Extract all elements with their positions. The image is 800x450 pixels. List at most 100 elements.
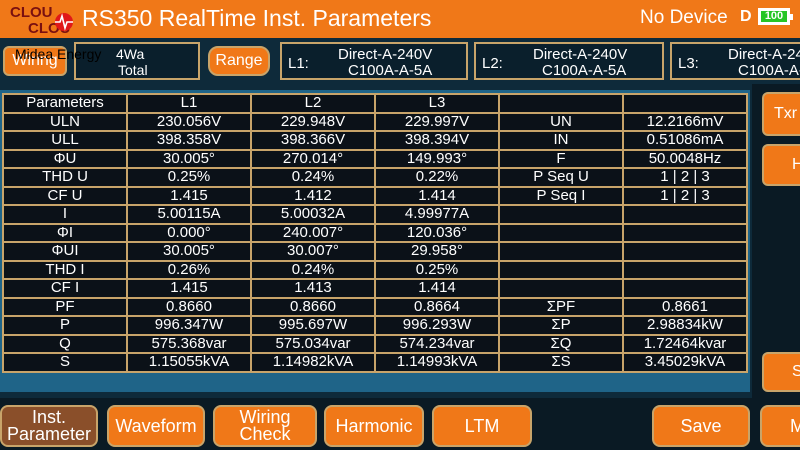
table-cell — [498, 278, 624, 299]
wiring-check-tab[interactable]: Wiring Check — [213, 405, 317, 447]
table-cell: 229.948V — [250, 111, 376, 132]
table-cell: 575.368var — [126, 333, 252, 354]
table-cell: 0.24% — [250, 259, 376, 280]
table-cell: 398.366V — [250, 130, 376, 151]
channel-l2-line1: Direct-A-240V — [533, 46, 628, 63]
inst-parameter-tab[interactable]: Inst. Parameter — [0, 405, 98, 447]
table-cell: 5.00032A — [250, 204, 376, 225]
table-cell — [498, 241, 624, 262]
table-row: ULL 398.358V 398.366V 398.394V IN 0.51086mA — [2, 130, 748, 151]
table-cell — [498, 259, 624, 280]
table-cell: ΣP — [498, 315, 624, 336]
table-cell: THD I — [2, 259, 128, 280]
table-cell: 5.00115A — [126, 204, 252, 225]
table-cell: 1.413 — [250, 278, 376, 299]
table-row: CF U 1.415 1.412 1.414 P Seq I1 | 2 | 3 — [2, 185, 748, 206]
table-cell — [498, 222, 624, 243]
table-cell: 0.8664 — [374, 296, 500, 317]
table-cell: 3.45029kVA — [622, 352, 748, 373]
table-cell: ΦUI — [2, 241, 128, 262]
channel-l3-range[interactable]: L3: Direct-A-240V C100A-A-5A — [670, 42, 800, 80]
ltm-tab[interactable]: LTM — [432, 405, 532, 447]
table-cell: 0.26% — [126, 259, 252, 280]
table-cell: 240.007° — [250, 222, 376, 243]
table-cell: UN — [498, 111, 624, 132]
table-cell: F — [498, 148, 624, 169]
table-cell: 0.8661 — [622, 296, 748, 317]
table-cell: P — [2, 315, 128, 336]
wiring-check-line2: Check — [239, 424, 291, 444]
table-cell — [622, 278, 748, 299]
channel-l1-line1: Direct-A-240V — [338, 46, 433, 63]
title-bar: CLOU CLOU RS350 RealTime Inst. Parameter… — [0, 0, 800, 38]
table-cell: Q — [2, 333, 128, 354]
page-title: RS350 RealTime Inst. Parameters — [82, 5, 432, 31]
table-cell: 1.415 — [126, 278, 252, 299]
waveform-tab[interactable]: Waveform — [107, 405, 205, 447]
parameters-table: Parameters L1 L2 L3 ULN 230.056V 229.948V 229.9… — [2, 93, 748, 373]
table-cell: ΣS — [498, 352, 624, 373]
channel-l2-range[interactable]: L2: Direct-A-240V C100A-A-5A — [474, 42, 664, 80]
table-cell: PF — [2, 296, 128, 317]
table-cell: I — [2, 204, 128, 225]
device-letter: D — [740, 8, 752, 25]
table-cell: 30.005° — [126, 241, 252, 262]
table-header-cell — [498, 93, 624, 114]
table-row: S 1.15055kVA 1.14982kVA 1.14993kVA ΣS 3.45029… — [2, 352, 748, 373]
table-cell: ΦU — [2, 148, 128, 169]
txr-button[interactable]: Txr — [762, 92, 800, 136]
table-cell: 0.25% — [126, 167, 252, 188]
table-cell: 0.22% — [374, 167, 500, 188]
table-row: P 996.347W 995.697W 996.293W ΣP 2.98834kW — [2, 315, 748, 336]
wiring-total-value: Total — [118, 62, 148, 78]
table-row: THD U 0.25% 0.24% 0.22% P Seq U1 | 2 | 3 — [2, 167, 748, 188]
battery-level: 100 — [764, 10, 784, 22]
channel-l2-line2: C100A-A-5A — [542, 62, 627, 79]
table-cell: CF U — [2, 185, 128, 206]
channel-l1-label: L1: — [288, 55, 309, 72]
table-cell: 1.72464kvar — [622, 333, 748, 354]
s-button[interactable]: S — [762, 352, 800, 392]
table-cell: 1.14982kVA — [250, 352, 376, 373]
table-cell: 149.993° — [374, 148, 500, 169]
table-cell: ΣQ — [498, 333, 624, 354]
h-button[interactable]: H — [762, 144, 800, 186]
channel-l2-label: L2: — [482, 55, 503, 72]
channel-l1-line2: C100A-A-5A — [348, 62, 433, 79]
m-button[interactable]: M — [760, 405, 800, 447]
table-cell: ULN — [2, 111, 128, 132]
channel-l3-label: L3: — [678, 55, 699, 72]
channel-l3-line2: C100A-A-5A — [738, 62, 800, 79]
table-cell: 1 | 2 | 3 — [622, 185, 748, 206]
table-header-row: Parameters L1 L2 L3 — [2, 93, 748, 114]
table-cell: ΣPF — [498, 296, 624, 317]
channel-l1-range[interactable]: L1: Direct-A-240V C100A-A-5A — [280, 42, 468, 80]
save-button[interactable]: Save — [652, 405, 750, 447]
table-row: CF I 1.415 1.413 1.414 — [2, 278, 748, 299]
battery-icon: 100 — [758, 8, 793, 25]
wiring-brand-label: Midea Energy — [15, 46, 102, 62]
range-button[interactable]: Range — [208, 46, 270, 76]
table-cell: ΦI — [2, 222, 128, 243]
table-cell: 0.8660 — [126, 296, 252, 317]
table-cell: 0.51086mA — [622, 130, 748, 151]
table-cell: 398.358V — [126, 130, 252, 151]
table-cell: 50.0048Hz — [622, 148, 748, 169]
table-cell: 995.697W — [250, 315, 376, 336]
table-cell: 30.005° — [126, 148, 252, 169]
inst-tab-line2: Parameter — [6, 424, 92, 444]
harmonic-tab[interactable]: Harmonic — [324, 405, 424, 447]
table-cell: 1 | 2 | 3 — [622, 167, 748, 188]
table-cell — [622, 222, 748, 243]
table-cell: 229.997V — [374, 111, 500, 132]
table-row: PF 0.8660 0.8660 0.8664 ΣPF 0.8661 — [2, 296, 748, 317]
table-row: ΦUI 30.005° 30.007° 29.958° — [2, 241, 748, 262]
table-cell: 1.414 — [374, 278, 500, 299]
table-row: ΦU 30.005° 270.014° 149.993° F 50.0048Hz — [2, 148, 748, 169]
table-row: Q 575.368var 575.034var 574.234var ΣQ 1.72464… — [2, 333, 748, 354]
table-cell: P Seq I — [498, 185, 624, 206]
table-cell: 0.8660 — [250, 296, 376, 317]
table-cell: 0.24% — [250, 167, 376, 188]
table-cell: 398.394V — [374, 130, 500, 151]
table-header-cell — [622, 93, 748, 114]
